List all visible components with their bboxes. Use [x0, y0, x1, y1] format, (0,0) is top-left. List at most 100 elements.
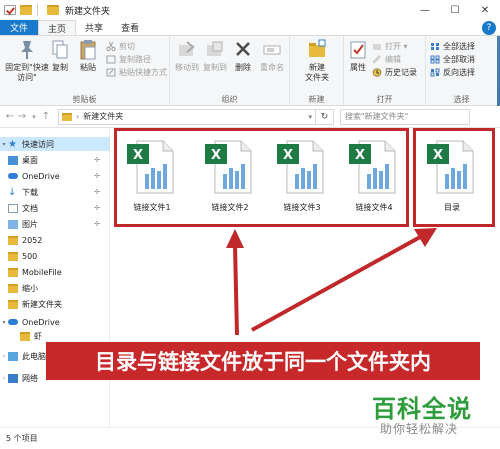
- select-all-button[interactable]: 全部选择: [430, 41, 475, 52]
- invert-selection-button[interactable]: 反向选择: [430, 67, 475, 78]
- close-button[interactable]: ✕: [470, 0, 500, 20]
- file-item[interactable]: X 链接文件4: [339, 138, 409, 220]
- nav-item-new-folder[interactable]: 新建文件夹: [0, 297, 110, 311]
- svg-text:X: X: [133, 148, 143, 163]
- nav-item-2052[interactable]: 2052: [0, 233, 110, 247]
- history-button[interactable]: 历史记录: [372, 67, 417, 78]
- nav-item-pictures[interactable]: 图片 ✢: [0, 217, 110, 231]
- pin-quick-access-button[interactable]: 固定到"快速访问": [4, 39, 50, 83]
- nav-item-documents[interactable]: 文档 ✢: [0, 201, 110, 215]
- minimize-button[interactable]: —: [410, 0, 440, 20]
- edit-button[interactable]: 编辑: [372, 54, 401, 65]
- properties-quick-icon[interactable]: [4, 5, 16, 15]
- folder-icon: [8, 299, 18, 309]
- rename-icon: [263, 45, 281, 55]
- new-group-label: 新建: [308, 95, 325, 104]
- copy-button[interactable]: 复制: [48, 39, 72, 73]
- copy-path-button[interactable]: 复制路径: [106, 54, 151, 65]
- star-icon: ★: [8, 138, 17, 150]
- organize-group-label: 组织: [221, 95, 238, 104]
- file-item[interactable]: X 链接文件1: [117, 138, 187, 220]
- nav-item-downloads[interactable]: ↓ 下载 ✢: [0, 185, 110, 199]
- expand-chevron-icon[interactable]: ›: [0, 375, 8, 382]
- expand-chevron-icon[interactable]: ▾: [0, 141, 8, 148]
- file-item[interactable]: X 链接文件2: [195, 138, 265, 220]
- excel-file-icon: X: [277, 140, 324, 194]
- nav-item-desktop[interactable]: 桌面 ✢: [0, 153, 110, 167]
- maximize-button[interactable]: ☐: [440, 0, 470, 20]
- search-placeholder: 搜索"新建文件夹": [345, 112, 409, 121]
- edit-icon: [373, 55, 381, 63]
- nav-item-shrimp[interactable]: 虾: [0, 329, 110, 343]
- nav-item-500[interactable]: 500: [0, 249, 110, 263]
- forward-arrow-icon[interactable]: →: [16, 111, 28, 122]
- network-icon: [8, 373, 18, 383]
- recent-dropdown-icon[interactable]: ▾: [28, 113, 40, 121]
- tab-home[interactable]: 主页: [38, 20, 77, 35]
- address-path-box[interactable]: › 新建文件夹 ▾: [58, 108, 316, 125]
- expand-chevron-icon[interactable]: ▾: [0, 319, 8, 326]
- svg-text:X: X: [433, 148, 443, 163]
- desktop-icon: [8, 155, 18, 165]
- nav-label: 网络: [22, 373, 38, 383]
- tab-share[interactable]: 共享: [76, 20, 112, 35]
- move-to-label: 移动到: [175, 63, 199, 72]
- pin-icon[interactable]: ✢: [94, 220, 100, 228]
- file-name: 链接文件1: [133, 203, 171, 212]
- help-icon[interactable]: ?: [482, 21, 496, 35]
- refresh-icon[interactable]: ↻: [316, 108, 334, 125]
- open-button[interactable]: 打开 ▾: [372, 41, 408, 52]
- nav-label: MobileFile: [22, 267, 62, 277]
- nav-item-shrink[interactable]: 缩小: [0, 281, 110, 295]
- nav-item-quick-access[interactable]: ▾ ★ 快速访问: [0, 137, 110, 151]
- move-to-button[interactable]: 移动到: [174, 39, 200, 73]
- pc-icon: [8, 351, 18, 361]
- pin-icon[interactable]: ✢: [94, 204, 100, 212]
- nav-label: 虾: [34, 331, 42, 341]
- file-name: 链接文件2: [211, 203, 249, 212]
- rename-button[interactable]: 重命名: [258, 39, 286, 73]
- nav-item-onedrive[interactable]: ▾ OneDrive: [0, 315, 110, 329]
- nav-item-mobilefile[interactable]: MobileFile: [0, 265, 110, 279]
- pin-icon[interactable]: ✢: [94, 156, 100, 164]
- new-folder-quick-icon[interactable]: [20, 5, 32, 15]
- svg-text:X: X: [355, 148, 365, 163]
- paste-shortcut-button[interactable]: 粘贴快捷方式: [106, 67, 167, 78]
- up-arrow-icon[interactable]: ↑: [40, 111, 52, 122]
- open-icon: [373, 44, 381, 50]
- expand-chevron-icon[interactable]: ›: [0, 353, 8, 360]
- title-bar: 新建文件夹 — ☐ ✕: [0, 0, 500, 20]
- open-label: 打开 ▾: [385, 42, 408, 51]
- properties-button[interactable]: 属性: [347, 39, 369, 73]
- paste-button[interactable]: 粘贴: [76, 39, 100, 73]
- nav-label: OneDrive: [22, 171, 60, 181]
- tab-view[interactable]: 查看: [112, 20, 148, 35]
- copy-to-button[interactable]: 复制到: [202, 39, 228, 73]
- nav-label: 此电脑: [22, 351, 46, 361]
- tab-file[interactable]: 文件: [0, 20, 39, 35]
- copy-path-icon: [106, 55, 116, 64]
- address-bar: ← → ▾ ↑ › 新建文件夹 ▾ ↻ 搜索"新建文件夹": [0, 106, 500, 128]
- search-input[interactable]: 搜索"新建文件夹": [340, 108, 470, 125]
- select-none-label: 全部取消: [443, 55, 475, 64]
- nav-label: 图片: [22, 219, 38, 229]
- file-item[interactable]: X 目录: [417, 138, 487, 220]
- back-arrow-icon[interactable]: ←: [4, 111, 16, 122]
- pin-icon[interactable]: ✢: [94, 188, 100, 196]
- address-dropdown-icon[interactable]: ▾: [308, 113, 312, 121]
- nav-label: 缩小: [22, 283, 38, 293]
- file-item[interactable]: X 链接文件3: [267, 138, 337, 220]
- delete-button[interactable]: 删除: [232, 39, 254, 73]
- properties-label: 属性: [350, 63, 366, 72]
- file-list: X 链接文件1 X 链接文件2 X 链接文件3 X 链接文件4 X 目录: [111, 128, 500, 427]
- organize-group: 移动到 复制到 删除 重命名 组织: [170, 36, 290, 106]
- select-none-button[interactable]: 全部取消: [430, 54, 475, 65]
- pin-icon[interactable]: ✢: [94, 172, 100, 180]
- nav-item-onedrive-quick[interactable]: OneDrive ✢: [0, 169, 110, 183]
- new-folder-button[interactable]: 新建 文件夹: [295, 39, 339, 83]
- move-to-icon: [179, 41, 195, 56]
- address-path: 新建文件夹: [83, 112, 124, 121]
- select-all-label: 全部选择: [443, 42, 475, 51]
- paste-shortcut-icon: [106, 68, 116, 77]
- cut-button[interactable]: 剪切: [106, 41, 135, 52]
